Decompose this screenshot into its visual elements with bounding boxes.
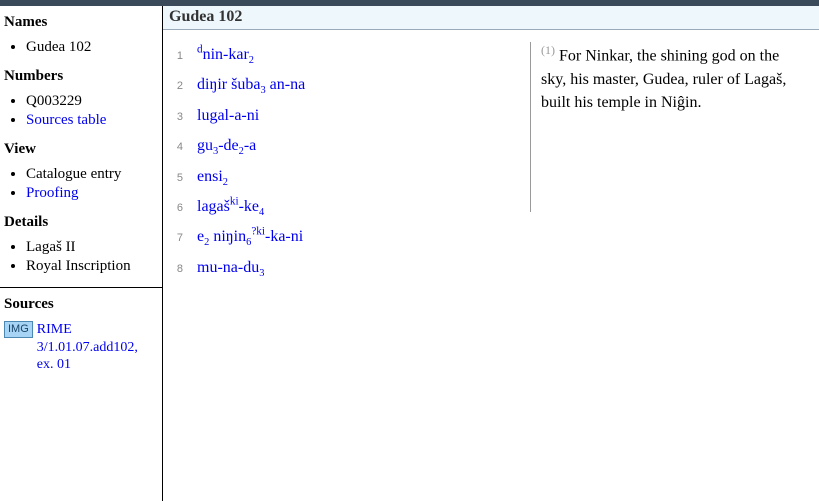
sources-heading: Sources <box>4 296 156 313</box>
translit-text[interactable]: gu3-de2-a <box>197 131 256 161</box>
translation-column: (1)For Ninkar, the shining god on the sk… <box>533 40 817 501</box>
translit-text[interactable]: lagaški-ke4 <box>197 192 264 222</box>
names-item: Gudea 102 <box>26 39 156 56</box>
translit-row: 5ensi2 <box>169 162 530 192</box>
transliteration-column: 1dnin-kar22diŋir šuba3 an-na3lugal-a-ni4… <box>165 40 530 501</box>
line-number: 2 <box>169 76 197 97</box>
translit-text[interactable]: ensi2 <box>197 162 228 192</box>
view-item: Catalogue entry <box>26 166 156 183</box>
line-number: 4 <box>169 137 197 158</box>
proofing-link[interactable]: Proofing <box>26 185 79 201</box>
sources-table-link[interactable]: Sources table <box>26 112 106 128</box>
names-list: Gudea 102 <box>4 39 156 56</box>
numbers-item: Q003229 <box>26 93 156 110</box>
translation-marker: (1) <box>541 43 555 57</box>
doc-title-bar: Gudea 102 <box>163 6 819 30</box>
translit-row: 2diŋir šuba3 an-na <box>169 70 530 100</box>
translit-row: 8mu-na-du3 <box>169 253 530 283</box>
source-row: IMG RIME 3/1.01.07.add102, ex. 01 <box>4 321 156 374</box>
numbers-list: Q003229 Sources table <box>4 93 156 129</box>
sidebar-divider <box>0 287 162 288</box>
line-number: 5 <box>169 168 197 189</box>
details-item: Lagaš II <box>26 239 156 256</box>
main: Gudea 102 1dnin-kar22diŋir šuba3 an-na3l… <box>163 6 819 501</box>
line-number: 7 <box>169 228 197 249</box>
numbers-heading: Numbers <box>4 68 156 85</box>
line-number: 6 <box>169 198 197 219</box>
column-separator <box>530 42 531 212</box>
view-item: Proofing <box>26 185 156 202</box>
details-heading: Details <box>4 214 156 231</box>
img-badge[interactable]: IMG <box>4 321 33 338</box>
translit-row: 1dnin-kar2 <box>169 40 530 70</box>
translit-row: 3lugal-a-ni <box>169 101 530 131</box>
translit-text[interactable]: lugal-a-ni <box>197 101 259 131</box>
translit-text[interactable]: dnin-kar2 <box>197 40 254 70</box>
translit-row: 6lagaški-ke4 <box>169 192 530 222</box>
line-number: 3 <box>169 107 197 128</box>
sidebar: Names Gudea 102 Numbers Q003229 Sources … <box>0 6 163 501</box>
translit-row: 7e2 niŋin6?ki-ka-ni <box>169 222 530 252</box>
translit-text[interactable]: e2 niŋin6?ki-ka-ni <box>197 222 303 252</box>
numbers-item: Sources table <box>26 112 156 129</box>
line-number: 8 <box>169 259 197 280</box>
source-link[interactable]: RIME 3/1.01.07.add102, ex. 01 <box>37 321 156 374</box>
content: 1dnin-kar22diŋir šuba3 an-na3lugal-a-ni4… <box>163 30 819 501</box>
details-list: Lagaš II Royal Inscription <box>4 239 156 275</box>
translit-text[interactable]: mu-na-du3 <box>197 253 264 283</box>
layout: Names Gudea 102 Numbers Q003229 Sources … <box>0 6 819 501</box>
line-number: 1 <box>169 46 197 67</box>
translation-text: For Ninkar, the shining god on the sky, … <box>541 47 786 110</box>
view-heading: View <box>4 141 156 158</box>
view-list: Catalogue entry Proofing <box>4 166 156 202</box>
names-heading: Names <box>4 14 156 31</box>
translit-text[interactable]: diŋir šuba3 an-na <box>197 70 305 100</box>
translit-row: 4gu3-de2-a <box>169 131 530 161</box>
details-item: Royal Inscription <box>26 258 156 275</box>
